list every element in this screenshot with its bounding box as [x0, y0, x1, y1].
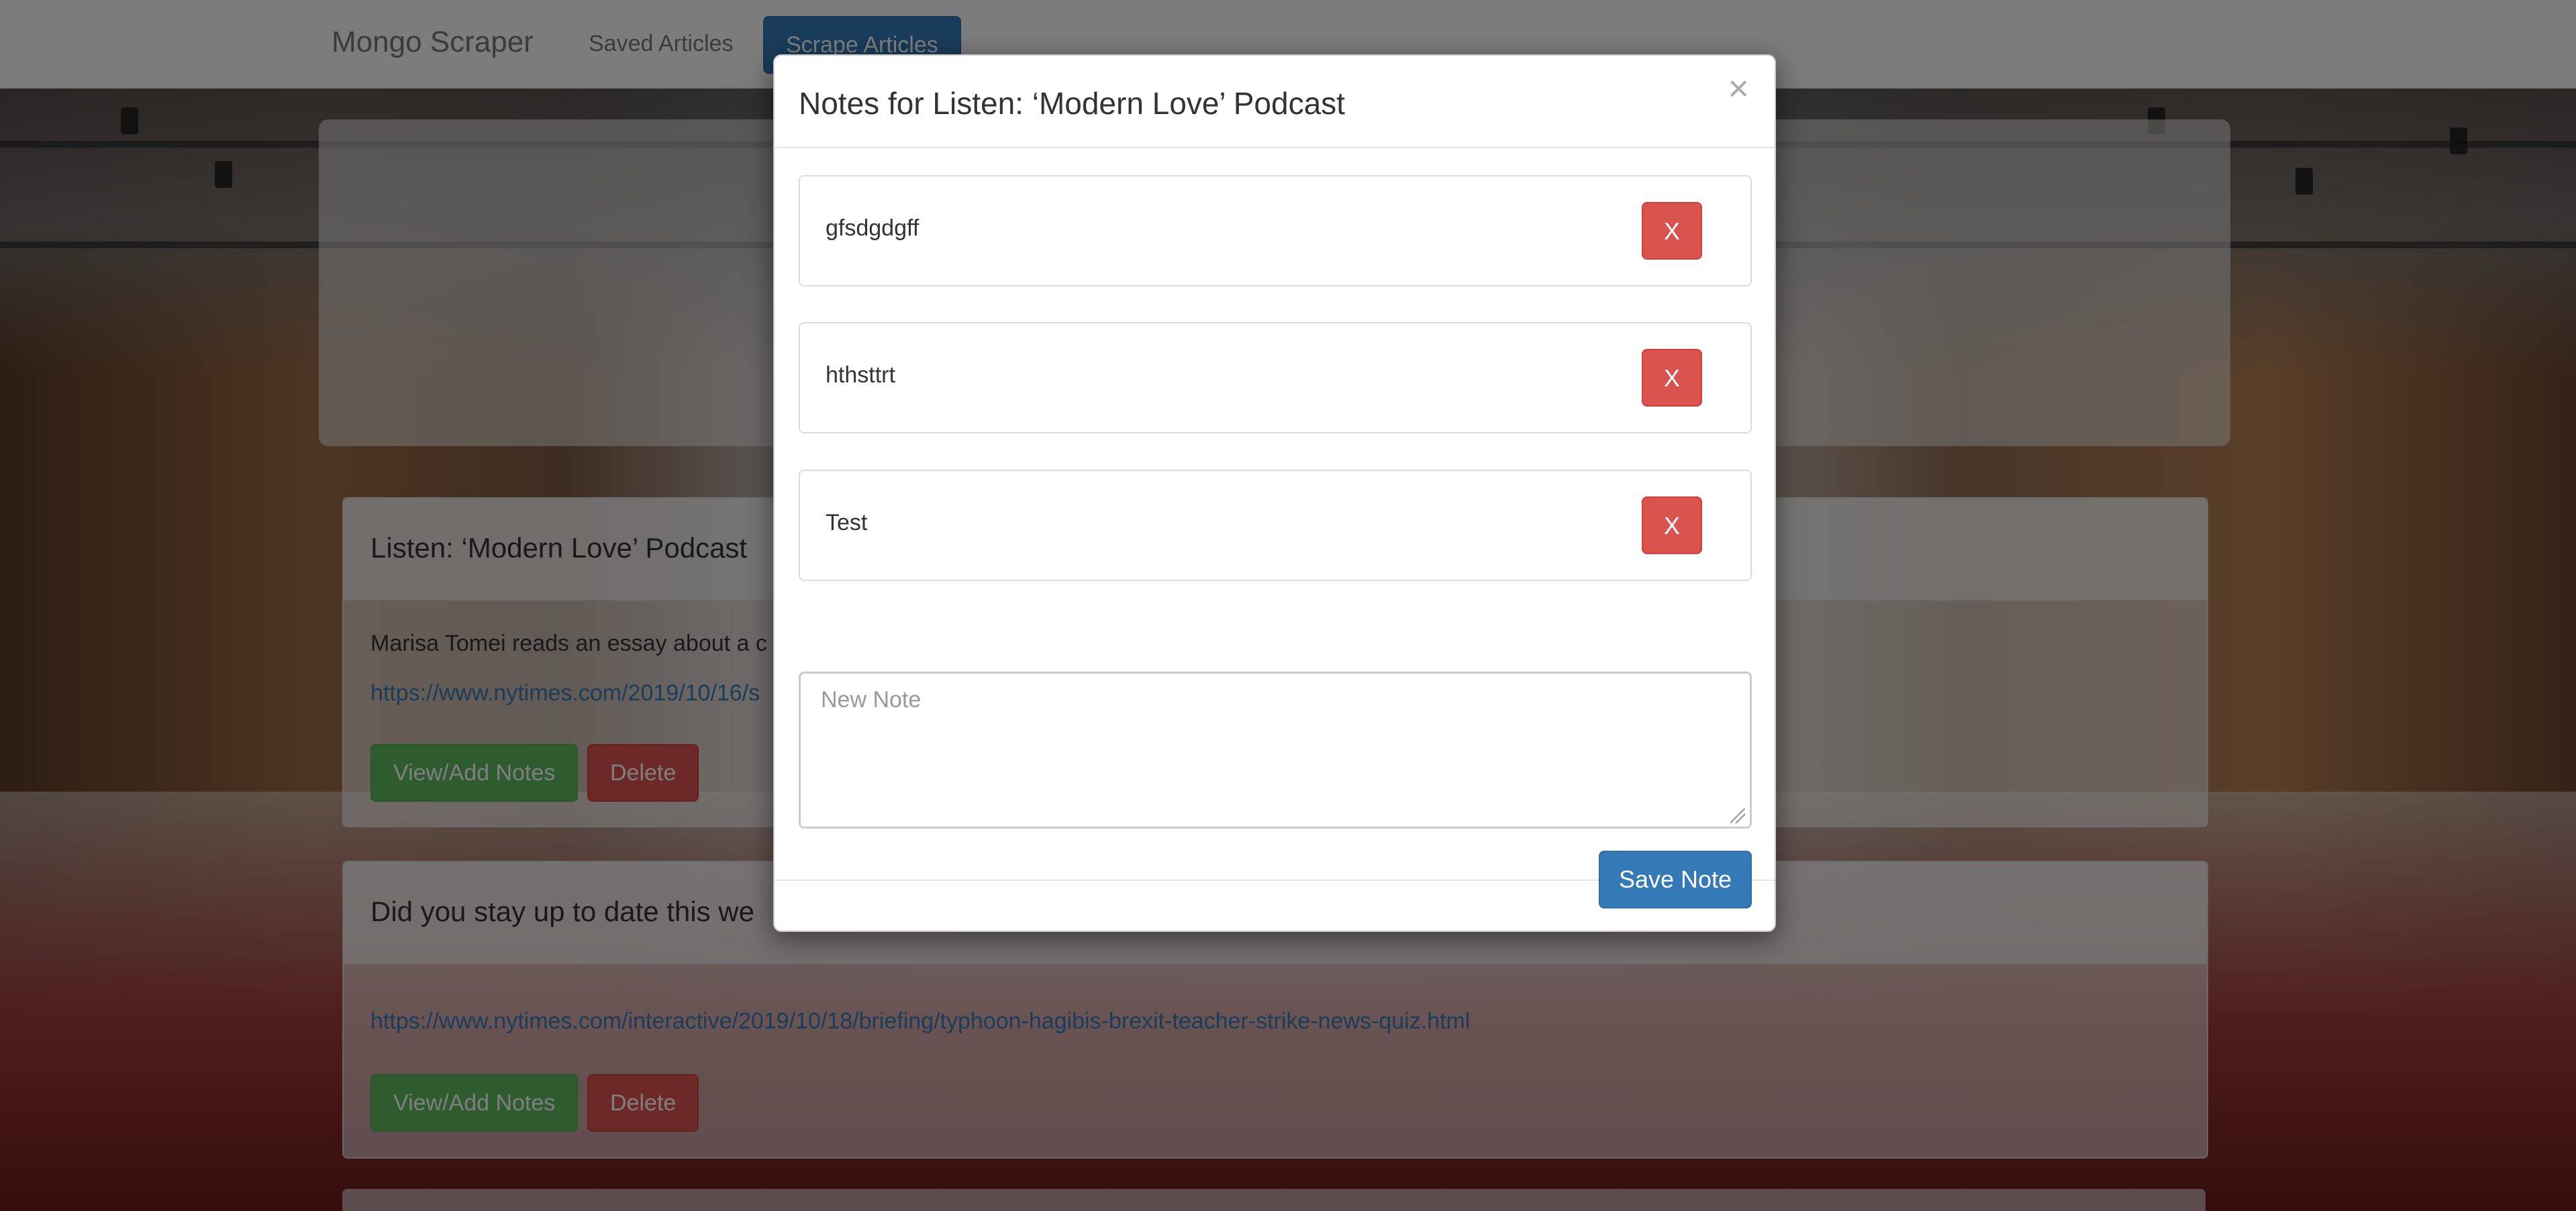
note-item: gfsdgdgff X	[799, 175, 1752, 286]
note-text: gfsdgdgff	[826, 215, 920, 241]
close-icon[interactable]: ×	[1728, 70, 1749, 107]
note-item: Test X	[799, 470, 1752, 581]
modal-header: Notes for Listen: ‘Modern Love’ Podcast …	[775, 56, 1775, 148]
note-text: Test	[826, 510, 868, 535]
delete-note-button[interactable]: X	[1642, 202, 1702, 260]
delete-note-button[interactable]: X	[1642, 496, 1702, 554]
note-item: hthsttrt X	[799, 322, 1752, 433]
new-note-textarea[interactable]	[799, 672, 1752, 829]
save-note-button[interactable]: Save Note	[1599, 851, 1752, 908]
notes-modal: Notes for Listen: ‘Modern Love’ Podcast …	[773, 54, 1776, 932]
note-text: hthsttrt	[826, 362, 895, 388]
delete-note-button[interactable]: X	[1642, 349, 1702, 407]
textarea-resize-handle[interactable]	[1730, 808, 1745, 823]
modal-title: Notes for Listen: ‘Modern Love’ Podcast	[799, 86, 1345, 121]
